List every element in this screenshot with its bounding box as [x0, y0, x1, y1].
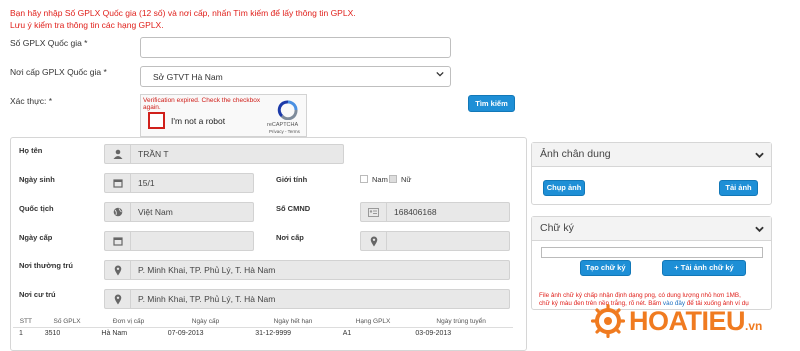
upload-signature-button[interactable]: + Tải ảnh chữ ký: [662, 260, 746, 276]
issue-date-label: Ngày cấp: [19, 233, 53, 242]
portrait-panel: Ảnh chân dung Chụp ảnh Tải ảnh: [531, 142, 772, 205]
gplx-number-input[interactable]: [140, 37, 451, 58]
permanent-address-label: Nơi thường trú: [19, 261, 74, 270]
gender-female-checkbox[interactable]: [389, 175, 397, 183]
signature-image-box: [541, 247, 763, 258]
col-class: Hạng GPLX: [336, 316, 410, 328]
notice-line-2: Lưu ý kiểm tra thông tin các hạng GPLX.: [10, 20, 164, 30]
create-signature-button[interactable]: Tạo chữ ký: [580, 260, 631, 276]
chevron-down-icon: [436, 71, 444, 77]
captcha-checkbox[interactable]: [148, 112, 165, 129]
portrait-panel-header[interactable]: Ảnh chân dung: [532, 143, 771, 167]
fullname-field: TRẦN T: [104, 144, 344, 164]
map-marker-icon: [361, 232, 387, 250]
col-issuer: Đơn vị cấp: [95, 316, 162, 328]
helm-icon: [591, 304, 625, 338]
dob-label: Ngày sinh: [19, 175, 55, 184]
recaptcha-brand: reCAPTCHA: [267, 122, 299, 128]
calendar-icon: [105, 232, 131, 250]
watermark-text: HOATIEU: [629, 305, 746, 336]
nationality-value: Việt Nam: [138, 207, 173, 217]
gplx-place-label: Nơi cấp GPLX Quốc gia *: [10, 67, 107, 77]
id-number-label: Số CMND: [276, 204, 311, 213]
capture-photo-button[interactable]: Chụp ảnh: [543, 180, 585, 196]
permanent-address-field: P. Minh Khai, TP. Phủ Lý, T. Hà Nam: [104, 260, 510, 280]
cell-class: A1: [342, 330, 352, 338]
user-icon: [105, 145, 131, 163]
nationality-field: Việt Nam: [104, 202, 254, 222]
search-instructions: Bạn hãy nhập Số GPLX Quốc gia (12 số) và…: [10, 7, 356, 31]
col-stt: STT: [13, 316, 39, 328]
col-gplx-number: Số GPLX: [38, 316, 96, 328]
nationality-label: Quốc tịch: [19, 204, 54, 213]
watermark-suffix: .vn: [745, 318, 763, 333]
fullname-value: TRẦN T: [138, 149, 169, 159]
captcha-error: Verification expired. Check the checkbox…: [143, 97, 261, 111]
search-button[interactable]: Tìm kiếm: [468, 95, 515, 112]
id-number-field: 168406168: [360, 202, 510, 222]
chevron-down-icon[interactable]: [755, 151, 764, 159]
gender-female-label: Nữ: [401, 175, 412, 184]
upload-photo-button[interactable]: Tải ảnh: [719, 180, 758, 196]
table-row: 1 3510 Hà Nam 07-09-2013 31-12-9999 A1 0…: [13, 327, 513, 340]
gender-male-label: Nam: [372, 175, 388, 184]
calendar-icon: [105, 174, 131, 192]
gplx-number-label: Số GPLX Quốc gia *: [10, 38, 88, 48]
signature-panel: Chữ ký Tạo chữ ký + Tải ảnh chữ ký File …: [531, 216, 772, 310]
table-header-row: STT Số GPLX Đơn vị cấp Ngày cấp Ngày hết…: [13, 316, 513, 328]
residence-address-label: Nơi cư trú: [19, 290, 56, 299]
permanent-address-value: P. Minh Khai, TP. Phủ Lý, T. Hà Nam: [138, 265, 276, 275]
gender-male-checkbox[interactable]: [360, 175, 368, 183]
globe-icon: [105, 203, 131, 221]
col-expiry-date: Ngày hết hạn: [249, 316, 337, 328]
cell-expiry-date: 31-12-9999: [255, 330, 292, 338]
col-issue-date: Ngày cấp: [161, 316, 250, 328]
portrait-title: Ảnh chân dung: [540, 148, 611, 160]
fullname-label: Họ tên: [19, 146, 43, 155]
signature-panel-header[interactable]: Chữ ký: [532, 217, 771, 241]
signature-title: Chữ ký: [540, 222, 574, 234]
map-marker-icon: [105, 261, 131, 279]
issue-date-field: [104, 231, 254, 251]
residence-address-value: P. Minh Khai, TP. Phủ Lý, T. Hà Nam: [138, 294, 276, 304]
cell-issue-date: 07-09-2013: [167, 330, 204, 338]
dob-value: 15/1: [138, 178, 155, 188]
issue-place-field: [360, 231, 510, 251]
id-card-icon: [361, 203, 387, 221]
upload-signature-label: Tải ảnh chữ ký: [680, 263, 734, 272]
license-class-table: STT Số GPLX Đơn vị cấp Ngày cấp Ngày hết…: [13, 316, 513, 340]
id-number-value: 168406168: [394, 207, 437, 217]
cell-pass-date: 03-09-2013: [415, 330, 452, 338]
recaptcha-icon: [277, 100, 298, 120]
cell-issuer: Hà Nam: [101, 330, 128, 338]
dob-field: 15/1: [104, 173, 254, 193]
gplx-place-select[interactable]: Sở GTVT Hà Nam: [140, 66, 451, 87]
cell-gplx-number: 3510: [44, 330, 61, 338]
signature-note-line-1: File ảnh chữ ký chấp nhận định dạng png,…: [539, 292, 741, 299]
notice-line-1: Bạn hãy nhập Số GPLX Quốc gia (12 số) và…: [10, 8, 356, 18]
gplx-place-selected: Sở GTVT Hà Nam: [153, 72, 223, 82]
chevron-down-icon[interactable]: [755, 225, 764, 233]
captcha-checkbox-label: I'm not a robot: [171, 116, 226, 126]
map-marker-icon: [105, 290, 131, 308]
gender-label: Giới tính: [276, 175, 308, 184]
recaptcha-terms[interactable]: Privacy - Terms: [269, 129, 300, 134]
issue-place-label: Nơi cấp: [276, 233, 304, 242]
col-pass-date: Ngày trúng tuyển: [409, 316, 513, 328]
recaptcha-widget: Verification expired. Check the checkbox…: [140, 94, 307, 137]
hoatieu-watermark: HOATIEU .vn: [591, 304, 762, 338]
captcha-label: Xác thực: *: [10, 96, 53, 106]
residence-address-field: P. Minh Khai, TP. Phủ Lý, T. Hà Nam: [104, 289, 510, 309]
cell-stt: 1: [19, 330, 23, 338]
